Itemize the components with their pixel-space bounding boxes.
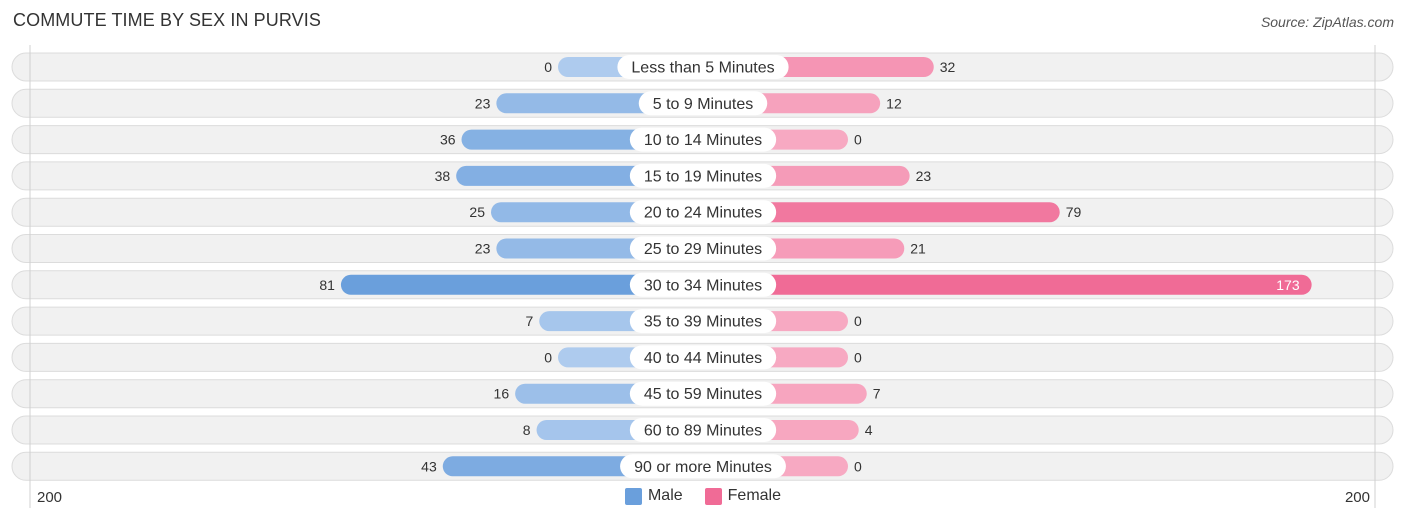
value-label-male: 38 [435,168,451,184]
legend-item-male: Male [624,487,683,505]
category-label: 10 to 14 Minutes [644,132,762,149]
category-label: 25 to 29 Minutes [644,241,762,258]
category-label: 45 to 59 Minutes [644,386,762,403]
category-label: Less than 5 Minutes [631,60,774,77]
value-label-male: 43 [421,458,437,474]
category-label: 40 to 44 Minutes [644,350,762,367]
category-label: 5 to 9 Minutes [653,96,754,113]
legend-label-female: Female [727,487,782,504]
legend-swatch-female [704,487,722,505]
bar-female [703,274,1312,295]
value-label-male: 8 [523,422,531,438]
value-label-male: 16 [494,386,510,402]
category-label: 90 or more Minutes [634,459,772,476]
value-label-male: 25 [469,204,485,220]
value-label-female: 4 [865,422,873,438]
legend: Male Female [0,487,1406,505]
chart-canvas: Less than 5 Minutes 0 32 5 to 9 Minutes 23 12… [11,45,1394,508]
value-label-female: 21 [910,241,926,257]
value-label-female: 0 [854,313,862,329]
value-label-male: 0 [544,59,552,75]
category-label: 30 to 34 Minutes [644,277,762,294]
value-label-female: 173 [1276,277,1300,293]
value-label-male: 23 [475,95,491,111]
value-label-female: 0 [854,349,862,365]
legend-swatch-male [624,487,642,505]
category-label: 35 to 39 Minutes [644,314,762,331]
value-label-male: 36 [440,132,456,148]
value-label-male: 0 [544,349,552,365]
category-label: 60 to 89 Minutes [644,423,762,440]
value-label-male: 7 [525,313,533,329]
value-label-female: 32 [940,59,956,75]
value-label-male: 23 [475,241,491,257]
value-label-female: 0 [854,132,862,148]
legend-label-male: Male [647,487,683,504]
value-label-female: 12 [886,95,902,111]
value-label-female: 79 [1066,204,1082,220]
value-label-female: 23 [916,168,932,184]
value-label-female: 0 [854,458,862,474]
value-label-male: 81 [319,277,335,293]
value-label-female: 7 [873,386,881,402]
legend-item-female: Female [704,487,782,505]
category-label: 20 to 24 Minutes [644,205,762,222]
category-label: 15 to 19 Minutes [644,168,762,185]
